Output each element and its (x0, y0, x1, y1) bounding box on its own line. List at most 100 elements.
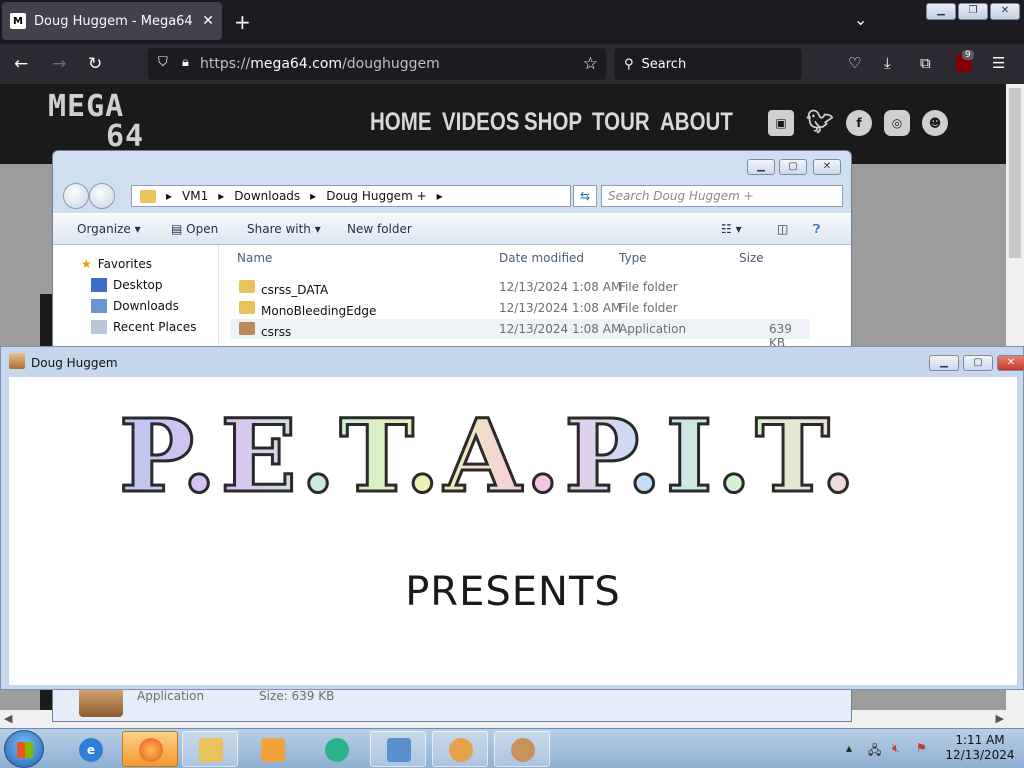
lock-icon[interactable]: 🔒︎ (182, 55, 189, 70)
back-arrow-icon[interactable]: ← (14, 54, 28, 74)
volume-muted-icon[interactable]: 🔇︎ (892, 741, 900, 756)
app-maximize-button[interactable]: ▢ (963, 355, 993, 371)
nav-recent-places-label: Recent Places (113, 320, 197, 334)
forward-arrow-icon[interactable]: → (52, 54, 66, 74)
explorer-address-row: ▸ VM1 ▸ Downloads ▸ Doug Huggem + ▸ ⇆ Se… (61, 183, 843, 209)
nav-recent-places[interactable]: Recent Places (91, 320, 196, 334)
window-title: Doug Huggem (31, 356, 118, 370)
nav-favorites[interactable]: ★ Favorites (81, 257, 152, 271)
file-row[interactable]: csrss 12/13/2024 1:08 AM Application 639… (231, 319, 809, 350)
explorer-taskbar-button[interactable] (182, 731, 238, 767)
list-all-tabs-chevron-icon[interactable]: ⌄ (854, 10, 867, 29)
file-name: csrss_DATA (239, 280, 328, 297)
explorer-refresh-icon[interactable]: ⇆ (573, 185, 597, 207)
shield-app-taskbar-button[interactable] (432, 731, 488, 767)
nav-videos-link[interactable]: VIDEOS (442, 108, 519, 137)
control-panel-taskbar-button[interactable] (370, 731, 426, 767)
mega64-logo[interactable]: MEGA 64 (48, 92, 144, 152)
window-restore-button[interactable]: ❐ (958, 3, 988, 20)
column-date-modified[interactable]: Date modified (499, 251, 584, 265)
new-folder-button[interactable]: New folder (347, 222, 412, 236)
open-icon: ▤ (171, 222, 183, 236)
explorer-back-button[interactable] (63, 183, 89, 209)
start-button[interactable] (4, 730, 44, 768)
organize-button[interactable]: Organize ▾ (77, 222, 141, 236)
explorer-forward-button[interactable] (89, 183, 115, 209)
nav-desktop-label: Desktop (113, 278, 163, 292)
network-icon[interactable]: 🖧︎ (868, 741, 881, 762)
scrollbar-thumb[interactable] (1009, 88, 1021, 258)
close-tab-icon[interactable]: ✕ (202, 13, 214, 29)
nav-downloads[interactable]: Downloads (91, 299, 179, 313)
reload-icon[interactable]: ↻ (88, 54, 102, 74)
mega64-favicon-icon: M (10, 13, 26, 29)
url-bar[interactable]: ⛉ 🔒︎ https://mega64.com/doughuggem ☆ (148, 48, 606, 80)
action-center-icon[interactable]: ⚑ (916, 741, 927, 755)
nav-tour-link[interactable]: TOUR (592, 108, 650, 137)
app-minimize-button[interactable]: ▁ (929, 355, 959, 371)
clock-date: 12/13/2024 (945, 748, 1015, 762)
column-type[interactable]: Type (619, 251, 647, 265)
doug-huggem-taskbar-button[interactable] (494, 731, 550, 767)
internet-explorer-taskbar-button[interactable]: e (62, 731, 118, 767)
preview-pane-icon[interactable]: ◫ (777, 222, 788, 236)
help-icon[interactable]: ❓︎ (813, 222, 820, 237)
url-text: https://mega64.com/doughuggem (200, 56, 440, 72)
explorer-minimize-button[interactable]: ▁ (747, 159, 775, 175)
file-explorer-icon (199, 738, 223, 762)
explorer-titlebar[interactable]: ▁ ▢ ✕ (53, 151, 851, 183)
app-taskbar-button[interactable] (308, 731, 364, 767)
explorer-close-button[interactable]: ✕ (813, 159, 841, 175)
window-close-button[interactable]: ✕ (990, 3, 1020, 20)
show-hidden-icons-icon[interactable]: ▴ (846, 741, 852, 755)
nav-about-link[interactable]: ABOUT (660, 108, 733, 137)
media-player-icon (261, 738, 285, 762)
browser-tab[interactable]: M Doug Huggem - Mega64 ✕ (2, 2, 222, 40)
system-tray: ▴ 🖧︎ 🔇︎ ⚑ 1:11 AM 12/13/2024 (840, 729, 1024, 768)
tracking-shield-icon[interactable]: ⛉ (158, 55, 168, 70)
pocket-icon[interactable]: ♡ (848, 54, 861, 72)
nav-favorites-label: Favorites (97, 257, 152, 271)
app-content[interactable]: P.E.T.A.P.I.T. PRESENTS (9, 377, 1017, 685)
breadcrumb-downloads[interactable]: Downloads (234, 189, 300, 203)
explorer-address-bar[interactable]: ▸ VM1 ▸ Downloads ▸ Doug Huggem + ▸ (131, 185, 571, 207)
media-player-taskbar-button[interactable] (244, 731, 300, 767)
file-date: 12/13/2024 1:08 AM (499, 280, 622, 294)
doug-huggem-titlebar[interactable]: Doug Huggem ▁ ▢ ✕ (1, 347, 1024, 377)
scroll-left-icon[interactable]: ◀ (4, 712, 12, 725)
window-minimize-button[interactable]: ▁ (926, 3, 956, 20)
file-row[interactable]: MonoBleedingEdge 12/13/2024 1:08 AM File… (231, 298, 809, 318)
share-with-button[interactable]: Share with ▾ (247, 222, 321, 236)
bookmark-star-icon[interactable]: ☆ (583, 54, 598, 74)
menu-hamburger-icon[interactable]: ☰ (992, 54, 1005, 72)
twitter-icon[interactable]: 🐦︎ (806, 110, 834, 136)
facebook-icon[interactable]: f (846, 110, 872, 136)
reddit-icon[interactable]: ☻ (922, 110, 948, 136)
breadcrumb-sep-icon: ▸ (310, 189, 317, 203)
explorer-search-input[interactable]: Search Doug Huggem + (601, 185, 843, 207)
app-close-button[interactable]: ✕ (997, 355, 1024, 371)
details-type: Application (137, 689, 205, 703)
view-options-icon[interactable]: ☷ ▾ (721, 222, 742, 236)
column-size[interactable]: Size (739, 251, 764, 265)
file-row[interactable]: csrss_DATA 12/13/2024 1:08 AM File folde… (231, 277, 809, 297)
breadcrumb-doug-huggem[interactable]: Doug Huggem + (326, 189, 426, 203)
extensions-icon[interactable]: ⧉ (920, 54, 931, 72)
open-label: Open (186, 222, 219, 236)
nav-home-link[interactable]: HOME (370, 108, 432, 137)
firefox-taskbar-button[interactable] (122, 731, 178, 767)
downloads-icon[interactable]: ⤓ (884, 54, 891, 72)
nav-shop-link[interactable]: SHOP (524, 108, 582, 137)
clock[interactable]: 1:11 AM 12/13/2024 (940, 733, 1020, 763)
scroll-right-icon[interactable]: ▶ (996, 712, 1004, 725)
breadcrumb-vm1[interactable]: VM1 (182, 189, 208, 203)
new-tab-button[interactable]: + (234, 10, 251, 34)
open-button[interactable]: ▤ Open (171, 222, 218, 236)
column-name[interactable]: Name (237, 251, 272, 265)
search-bar[interactable]: ⚲ Search (614, 48, 802, 80)
twitch-icon[interactable]: ▣ (768, 110, 794, 136)
explorer-maximize-button[interactable]: ▢ (779, 159, 807, 175)
instagram-icon[interactable]: ◎ (884, 110, 910, 136)
doug-huggem-window: Doug Huggem ▁ ▢ ✕ P.E.T.A.P.I.T. PRESENT… (0, 346, 1024, 690)
nav-desktop[interactable]: Desktop (91, 278, 163, 292)
